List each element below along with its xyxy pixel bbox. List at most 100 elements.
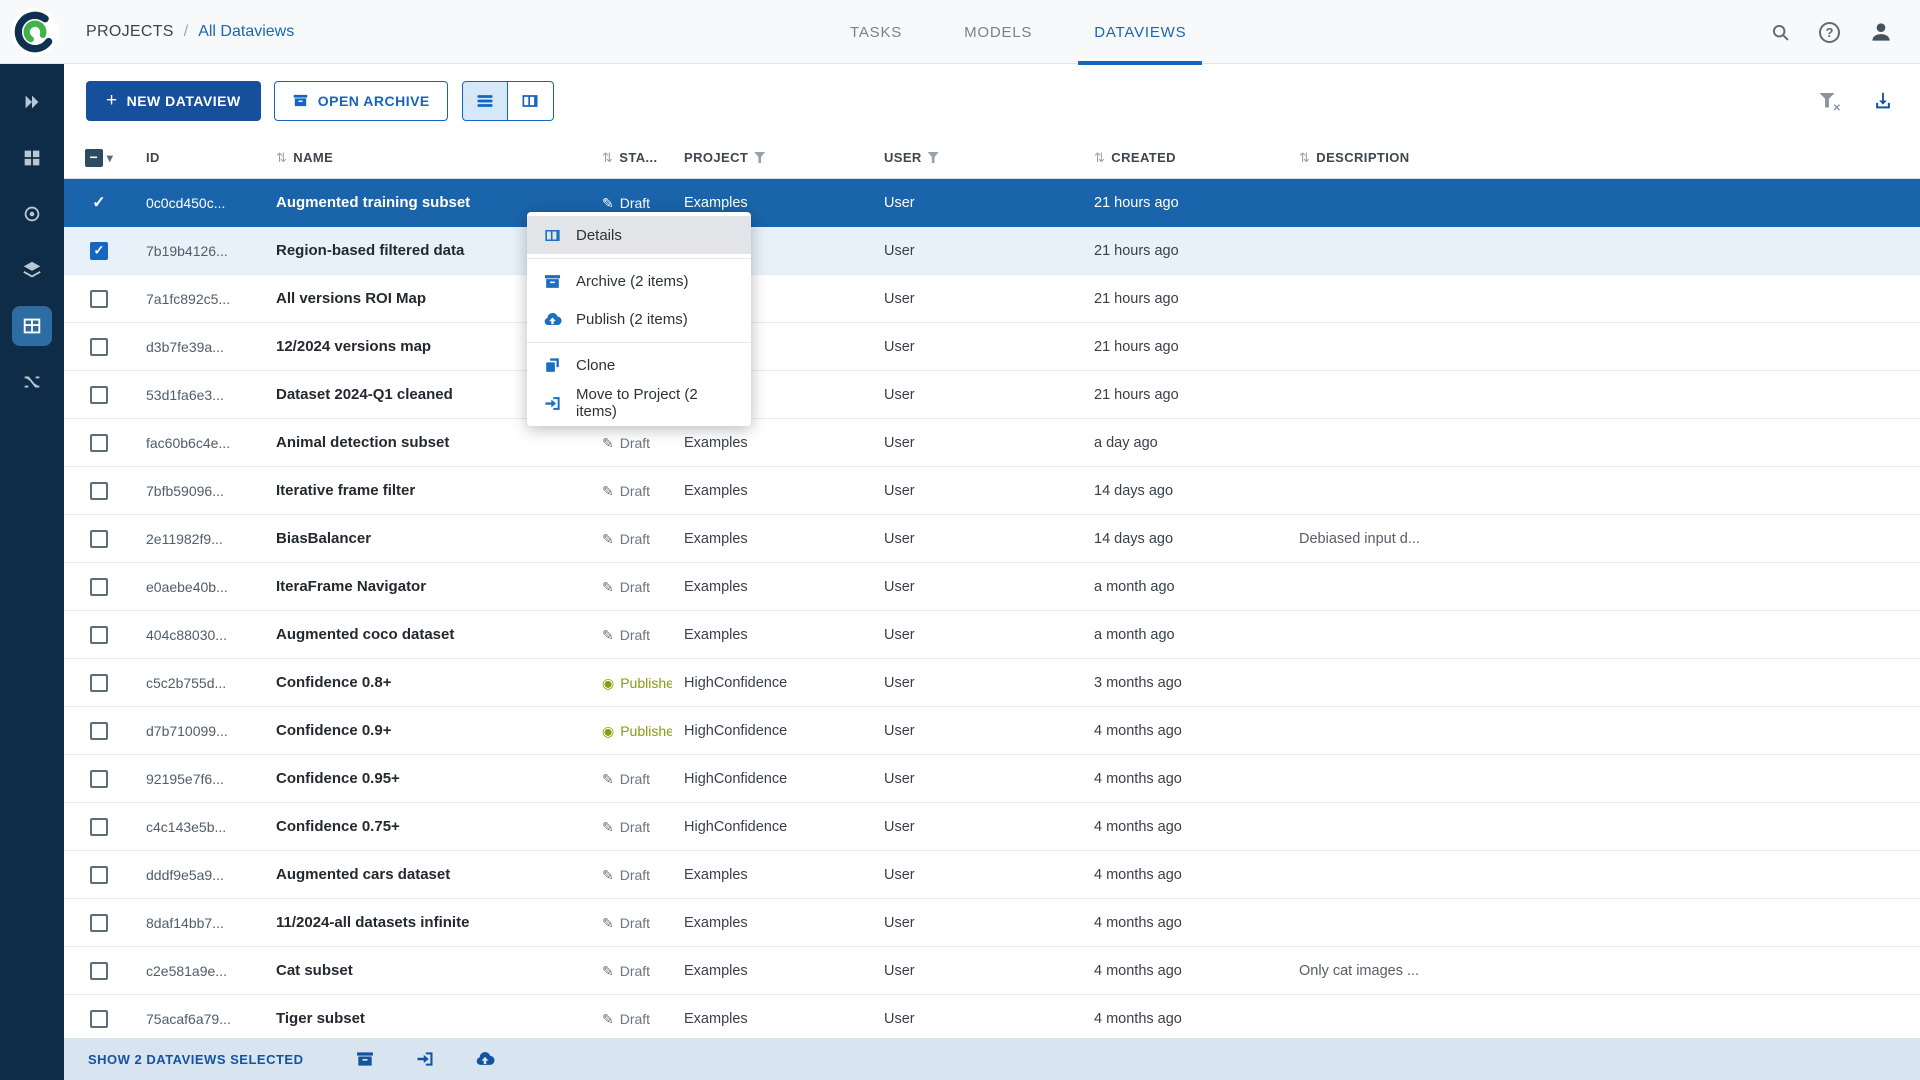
table-row[interactable]: 75acaf6a79... Tiger subset ✎ Draft Examp… [64,995,1920,1038]
row-checkbox[interactable] [90,914,108,932]
row-checkbox[interactable] [90,482,108,500]
table-row[interactable]: d7b710099... Confidence 0.9+ ◉ Published… [64,707,1920,755]
row-checkbox[interactable] [90,770,108,788]
row-checkbox[interactable] [90,434,108,452]
hyperdatasets-icon[interactable] [12,250,52,290]
column-header-created[interactable]: ⇅ CREATED [1082,150,1287,166]
table-row[interactable]: c5c2b755d... Confidence 0.8+ ◉ Published… [64,659,1920,707]
row-name[interactable]: Confidence 0.95+ [264,770,590,787]
tab-tasks[interactable]: TASKS [846,0,906,64]
table-row[interactable]: 2e11982f9... BiasBalancer ✎ Draft Exampl… [64,515,1920,563]
clear-filters-icon[interactable]: ✕ [1818,91,1838,111]
download-icon[interactable] [1872,90,1894,112]
sort-icon[interactable]: ⇅ [1299,150,1310,166]
table-row[interactable]: 404c88030... Augmented coco dataset ✎ Dr… [64,611,1920,659]
filter-funnel-icon[interactable] [928,152,939,163]
menu-item-clone[interactable]: Clone [527,346,751,384]
sort-icon[interactable]: ⇅ [602,150,613,166]
row-name[interactable]: Tiger subset [264,1010,590,1027]
select-all-checkbox[interactable] [85,149,103,167]
selection-count-label[interactable]: SHOW 2 DATAVIEWS SELECTED [88,1052,303,1067]
column-header-name[interactable]: ⇅ NAME [264,150,590,166]
datasets-icon[interactable] [12,138,52,178]
table-row[interactable]: c2e581a9e... Cat subset ✎ Draft Examples… [64,947,1920,995]
row-checkbox[interactable] [90,530,108,548]
table-row[interactable]: 7bfb59096... Iterative frame filter ✎ Dr… [64,467,1920,515]
menu-item-publish[interactable]: Publish (2 items) [527,300,751,338]
select-menu-caret-icon[interactable]: ▾ [107,151,113,165]
move-to-project-icon[interactable] [415,1049,435,1069]
pipelines-icon[interactable] [12,362,52,402]
tab-models[interactable]: MODELS [960,0,1036,64]
open-archive-button[interactable]: OPEN ARCHIVE [274,81,448,121]
row-name[interactable]: Iterative frame filter [264,482,590,499]
search-icon[interactable] [1770,22,1791,43]
status-cell: ✎ Draft [590,819,672,835]
table-row[interactable]: 0c0cd450c... Augmented training subset ✎… [64,179,1920,227]
row-checkbox[interactable] [90,290,108,308]
row-checkbox[interactable] [90,194,108,212]
table-row[interactable]: 7b19b4126... Region-based filtered data … [64,227,1920,275]
row-name[interactable]: 11/2024-all datasets infinite [264,914,590,931]
table-row[interactable]: fac60b6c4e... Animal detection subset ✎ … [64,419,1920,467]
publish-icon[interactable] [475,1049,495,1069]
toolbar: + NEW DATAVIEW OPEN ARCHIVE ✕ [64,64,1920,137]
new-dataview-button[interactable]: + NEW DATAVIEW [86,81,261,121]
row-checkbox[interactable] [90,674,108,692]
row-checkbox[interactable] [90,578,108,596]
dataviews-icon[interactable] [12,306,52,346]
row-name[interactable]: IteraFrame Navigator [264,578,590,595]
column-header-description[interactable]: ⇅ DESCRIPTION [1287,150,1920,166]
column-header-project[interactable]: PROJECT [672,150,872,165]
projects-icon[interactable] [12,82,52,122]
row-checkbox[interactable] [90,1010,108,1028]
row-name[interactable]: Augmented cars dataset [264,866,590,883]
row-checkbox[interactable] [90,722,108,740]
row-checkbox[interactable] [90,818,108,836]
row-checkbox[interactable] [90,626,108,644]
column-header-status[interactable]: ⇅ STA... [590,150,672,166]
column-header-id[interactable]: ID [134,150,264,165]
split-view-icon[interactable] [508,81,554,121]
help-icon[interactable]: ? [1819,22,1840,43]
table-row[interactable]: c4c143e5b... Confidence 0.75+ ✎ Draft Hi… [64,803,1920,851]
status-label: Draft [620,771,650,787]
row-checkbox[interactable] [90,386,108,404]
archive-icon[interactable] [355,1049,375,1069]
table-row[interactable]: dddf9e5a9... Augmented cars dataset ✎ Dr… [64,851,1920,899]
row-name[interactable]: Confidence 0.9+ [264,722,590,739]
menu-item-move-to-project[interactable]: Move to Project (2 items) [527,384,751,422]
table-view-icon[interactable] [462,81,508,121]
table-row[interactable]: e0aebe40b... IteraFrame Navigator ✎ Draf… [64,563,1920,611]
row-name[interactable]: Cat subset [264,962,590,979]
user-profile-icon[interactable] [1868,19,1894,45]
row-name[interactable]: Confidence 0.75+ [264,818,590,835]
sort-icon[interactable]: ⇅ [1094,150,1105,166]
row-name[interactable]: Confidence 0.8+ [264,674,590,691]
filter-funnel-icon[interactable] [754,152,765,163]
table-row[interactable]: 7a1fc892c5... All versions ROI Map User … [64,275,1920,323]
row-project: HighConfidence [672,819,872,835]
menu-item-details[interactable]: Details [527,216,751,254]
menu-item-archive[interactable]: Archive (2 items) [527,262,751,300]
row-name[interactable]: Augmented coco dataset [264,626,590,643]
breadcrumb-projects[interactable]: PROJECTS [86,23,174,41]
annotations-icon[interactable] [12,194,52,234]
table-row[interactable]: d3b7fe39a... 12/2024 versions map User 2… [64,323,1920,371]
row-name[interactable]: Animal detection subset [264,434,590,451]
table-row[interactable]: 8daf14bb7... 11/2024-all datasets infini… [64,899,1920,947]
row-checkbox[interactable] [90,962,108,980]
row-name[interactable]: BiasBalancer [264,530,590,547]
app-logo[interactable] [10,7,60,57]
row-checkbox[interactable] [90,338,108,356]
row-name[interactable]: Augmented training subset [264,194,590,211]
column-header-user[interactable]: USER [872,150,1082,165]
status-icon: ✎ [602,484,614,498]
table-row[interactable]: 53d1fa6e3... Dataset 2024-Q1 cleaned Use… [64,371,1920,419]
sort-icon[interactable]: ⇅ [276,150,287,166]
tab-dataviews[interactable]: DATAVIEWS [1090,0,1190,64]
row-checkbox[interactable] [90,866,108,884]
table-row[interactable]: 92195e7f6... Confidence 0.95+ ✎ Draft Hi… [64,755,1920,803]
breadcrumb-current[interactable]: All Dataviews [198,23,294,41]
row-checkbox[interactable] [90,242,108,260]
